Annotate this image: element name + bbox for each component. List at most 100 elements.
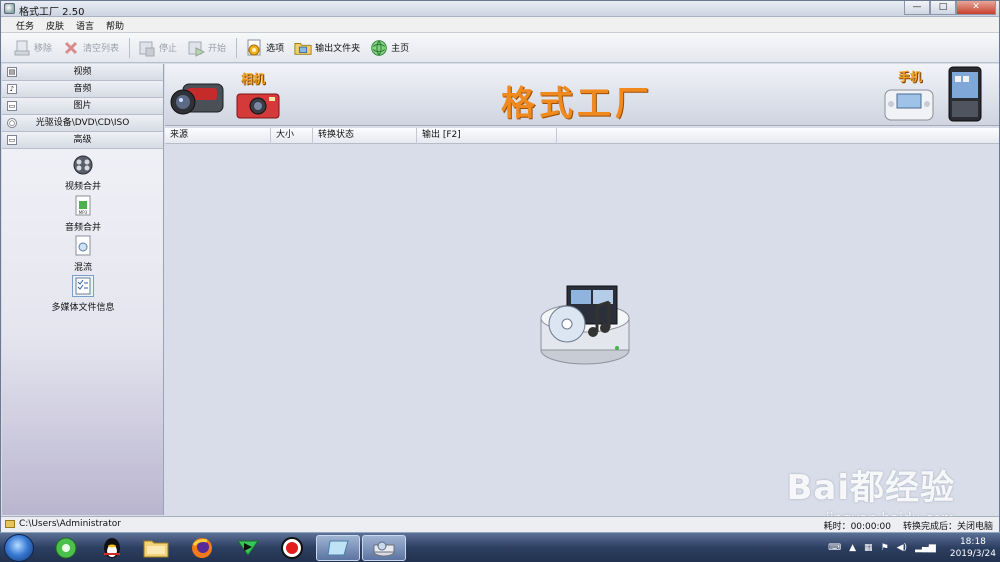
window-icon bbox=[327, 540, 349, 556]
maximize-button[interactable]: □ bbox=[930, 1, 956, 15]
taskbar-app-qq[interactable] bbox=[90, 535, 134, 561]
remove-label: 移除 bbox=[34, 44, 53, 54]
column-status[interactable]: 转换状态 bbox=[313, 128, 417, 144]
disc-icon: ○ bbox=[7, 118, 17, 128]
keyboard-icon[interactable]: ⌨ bbox=[828, 543, 841, 553]
green-browser-icon bbox=[55, 537, 77, 559]
format-factory-icon bbox=[373, 541, 395, 557]
main-panel: 相机 格式工厂 手机 来源 大小 转换状态 输出 [F2] Bai都经验 bbox=[165, 64, 999, 527]
penguin-icon bbox=[104, 538, 120, 558]
stop-icon bbox=[138, 39, 156, 57]
gear-icon bbox=[245, 39, 263, 57]
status-after-convert[interactable]: 转换完成后：关闭电脑 bbox=[903, 519, 993, 532]
play-icon bbox=[237, 540, 259, 556]
start-label: 开始 bbox=[208, 44, 227, 54]
stop-button[interactable]: 停止 bbox=[134, 36, 181, 60]
tool-video-merge[interactable]: 视频合并 bbox=[33, 154, 133, 192]
clock-time: 18:18 bbox=[959, 537, 986, 547]
remove-button[interactable]: 移除 bbox=[9, 36, 56, 60]
taskbar-app-player[interactable] bbox=[226, 535, 270, 561]
signal-icon[interactable]: ▂▄▆ bbox=[915, 543, 936, 553]
system-tray: ⌨ ▲ ▦ ⚑ ◀) ▂▄▆ 18:18 2019/3/24 bbox=[828, 533, 996, 562]
folder-icon bbox=[294, 39, 312, 57]
tool-media-info-label: 多媒体文件信息 bbox=[51, 303, 115, 313]
taskbar-app-explorer[interactable] bbox=[134, 535, 178, 561]
clear-list-button[interactable]: 清空列表 bbox=[58, 36, 123, 60]
volume-icon[interactable]: ◀) bbox=[897, 543, 907, 553]
taskbar-app-firefox[interactable] bbox=[180, 535, 224, 561]
output-folder-label: 输出文件夹 bbox=[315, 44, 361, 54]
column-size[interactable]: 大小 bbox=[271, 128, 313, 144]
music-icon: ♪ bbox=[7, 84, 17, 94]
category-video[interactable]: ▤ 视频 bbox=[2, 64, 163, 81]
options-label: 选项 bbox=[266, 44, 285, 54]
globe-icon bbox=[370, 39, 388, 57]
stop-label: 停止 bbox=[159, 44, 178, 54]
category-audio[interactable]: ♪ 音频 bbox=[2, 81, 163, 98]
status-elapsed: 耗时：00:00:00 bbox=[823, 522, 891, 532]
start-button[interactable]: 开始 bbox=[183, 36, 230, 60]
tool-video-merge-label: 视频合并 bbox=[64, 182, 101, 192]
smartphone-icon bbox=[947, 66, 983, 125]
clock-date: 2019/3/24 bbox=[949, 549, 996, 559]
film-icon: ▤ bbox=[7, 67, 17, 77]
start-button[interactable] bbox=[4, 534, 34, 562]
format-factory-logo bbox=[537, 284, 633, 370]
advanced-icon: ▭ bbox=[7, 135, 17, 145]
mux-icon bbox=[72, 235, 94, 257]
taskbar: ⌨ ▲ ▦ ⚑ ◀) ▂▄▆ 18:18 2019/3/24 bbox=[0, 532, 1000, 562]
camera-label: 相机 bbox=[241, 72, 266, 86]
category-advanced[interactable]: ▭ 高级 bbox=[2, 132, 163, 149]
options-button[interactable]: 选项 bbox=[241, 36, 288, 60]
category-audio-label: 音频 bbox=[73, 84, 92, 94]
output-folder-button[interactable]: 输出文件夹 bbox=[290, 36, 364, 60]
folder-icon bbox=[143, 540, 169, 558]
menu-task[interactable]: 任务 bbox=[11, 17, 39, 32]
task-list-header: 来源 大小 转换状态 输出 [F2] bbox=[165, 128, 999, 144]
home-label: 主页 bbox=[391, 44, 410, 54]
camcorder-icon bbox=[169, 74, 231, 125]
status-right: 耗时：00:00:00 转换完成后：关闭电脑 bbox=[824, 519, 993, 532]
phone-device-icon bbox=[883, 84, 935, 127]
category-advanced-label: 高级 bbox=[73, 135, 92, 145]
taskbar-app-window[interactable] bbox=[316, 535, 360, 561]
chevron-up-icon[interactable]: ▲ bbox=[849, 543, 856, 553]
phone-label: 手机 bbox=[898, 70, 923, 84]
toolbar-separator bbox=[236, 37, 238, 58]
clear-list-label: 清空列表 bbox=[83, 44, 120, 54]
taskbar-app-format-factory[interactable] bbox=[362, 535, 406, 561]
taskbar-app-browser[interactable] bbox=[44, 535, 88, 561]
flag-icon[interactable]: ⚑ bbox=[881, 543, 889, 553]
menu-skin[interactable]: 皮肤 bbox=[41, 17, 69, 32]
minimize-button[interactable]: — bbox=[904, 1, 930, 15]
tool-audio-merge[interactable]: MP3 音频合并 bbox=[33, 195, 133, 233]
column-output[interactable]: 输出 [F2] bbox=[417, 128, 557, 144]
menu-language[interactable]: 语言 bbox=[71, 17, 99, 32]
taskbar-app-recorder[interactable] bbox=[270, 535, 314, 561]
close-button[interactable]: ✕ bbox=[956, 1, 996, 15]
sidebar: ▤ 视频 ♪ 音频 ▭ 图片 ○ 光驱设备\DVD\CD\ISO ▭ 高级 视频… bbox=[2, 64, 164, 515]
category-image[interactable]: ▭ 图片 bbox=[2, 98, 163, 115]
banner-title: 格式工厂 bbox=[501, 84, 653, 124]
remove-icon bbox=[13, 39, 31, 57]
menu-help[interactable]: 帮助 bbox=[101, 17, 129, 32]
home-button[interactable]: 主页 bbox=[366, 36, 413, 60]
record-icon bbox=[281, 537, 303, 559]
toolbar-separator bbox=[129, 37, 131, 58]
category-disc[interactable]: ○ 光驱设备\DVD\CD\ISO bbox=[2, 115, 163, 132]
network-icon[interactable]: ▦ bbox=[864, 543, 873, 553]
clock[interactable]: 18:18 2019/3/24 bbox=[950, 536, 996, 560]
column-source[interactable]: 来源 bbox=[165, 128, 271, 144]
audio-merge-icon: MP3 bbox=[72, 195, 94, 217]
menu-bar: 任务 皮肤 语言 帮助 bbox=[1, 17, 999, 33]
window-title: 格式工厂 2.50 bbox=[19, 7, 85, 18]
camera-icon bbox=[235, 90, 281, 123]
image-icon: ▭ bbox=[7, 101, 17, 111]
tool-media-info[interactable]: 多媒体文件信息 bbox=[33, 275, 133, 313]
clear-list-icon bbox=[62, 39, 80, 57]
firefox-icon bbox=[192, 538, 212, 558]
title-bar: 格式工厂 2.50 — □ ✕ bbox=[1, 1, 999, 18]
tool-mux[interactable]: 混流 bbox=[33, 235, 133, 273]
toolbar: 移除 清空列表 停止 开始 选项 输出文件夹 主页 bbox=[1, 33, 999, 63]
video-merge-icon bbox=[72, 154, 94, 176]
